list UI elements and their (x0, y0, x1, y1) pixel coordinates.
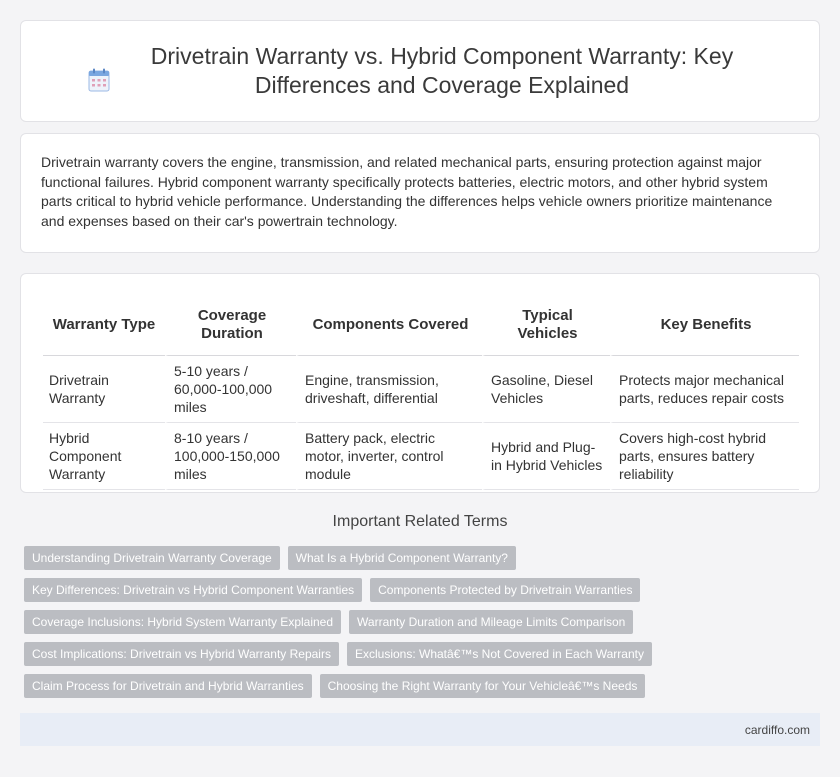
header-warranty-type: Warranty Type (43, 294, 165, 356)
calendar-icon (88, 68, 110, 92)
related-term-tag[interactable]: Choosing the Right Warranty for Your Veh… (319, 674, 646, 698)
table-row: Hybrid Component Warranty 8-10 years / 1… (43, 423, 799, 490)
table-cell: Protects major mechanical parts, reduces… (610, 356, 799, 423)
header-typical-vehicles: Typical Vehicles (482, 294, 610, 356)
related-term-tag[interactable]: Components Protected by Drivetrain Warra… (370, 578, 641, 602)
related-term-tag[interactable]: Key Differences: Drivetrain vs Hybrid Co… (24, 578, 363, 602)
intro-card: Drivetrain warranty covers the engine, t… (20, 133, 820, 253)
header-coverage-duration: Coverage Duration (165, 294, 296, 356)
header-key-benefits: Key Benefits (610, 294, 799, 356)
header-card: Drivetrain Warranty vs. Hybrid Component… (20, 20, 820, 122)
table-cell: Gasoline, Diesel Vehicles (482, 356, 610, 423)
related-terms-list: Understanding Drivetrain Warranty Covera… (24, 546, 824, 706)
related-term-tag[interactable]: Understanding Drivetrain Warranty Covera… (24, 546, 280, 570)
related-term-tag[interactable]: Cost Implications: Drivetrain vs Hybrid … (24, 642, 339, 666)
footer-site-link[interactable]: cardiffo.com (745, 723, 810, 737)
table-cell: Covers high-cost hybrid parts, ensures b… (610, 423, 799, 490)
related-term-tag[interactable]: Exclusions: Whatâ€™s Not Covered in Each… (346, 642, 652, 666)
intro-text: Drivetrain warranty covers the engine, t… (41, 154, 773, 229)
table-cell: Battery pack, electric motor, inverter, … (296, 423, 482, 490)
related-terms-title: Important Related Terms (332, 513, 508, 530)
comparison-table-card: Warranty Type Coverage Duration Componen… (20, 273, 820, 493)
comparison-table: Warranty Type Coverage Duration Componen… (43, 294, 799, 490)
table-cell: Hybrid Component Warranty (43, 423, 165, 490)
table-cell: 8-10 years / 100,000-150,000 miles (165, 423, 296, 490)
footer: cardiffo.com (20, 713, 820, 746)
table-cell: 5-10 years / 60,000-100,000 miles (165, 356, 296, 423)
table-header-row: Warranty Type Coverage Duration Componen… (43, 294, 799, 356)
related-term-tag[interactable]: Coverage Inclusions: Hybrid System Warra… (24, 610, 342, 634)
page-title: Drivetrain Warranty vs. Hybrid Component… (150, 43, 734, 98)
table-row: Drivetrain Warranty 5-10 years / 60,000-… (43, 356, 799, 423)
header-components-covered: Components Covered (296, 294, 482, 356)
related-term-tag[interactable]: Warranty Duration and Mileage Limits Com… (349, 610, 634, 634)
related-term-tag[interactable]: What Is a Hybrid Component Warranty? (287, 546, 516, 570)
table-cell: Hybrid and Plug-in Hybrid Vehicles (482, 423, 610, 490)
related-term-tag[interactable]: Claim Process for Drivetrain and Hybrid … (24, 674, 312, 698)
table-cell: Engine, transmission, driveshaft, differ… (296, 356, 482, 423)
table-cell: Drivetrain Warranty (43, 356, 165, 423)
